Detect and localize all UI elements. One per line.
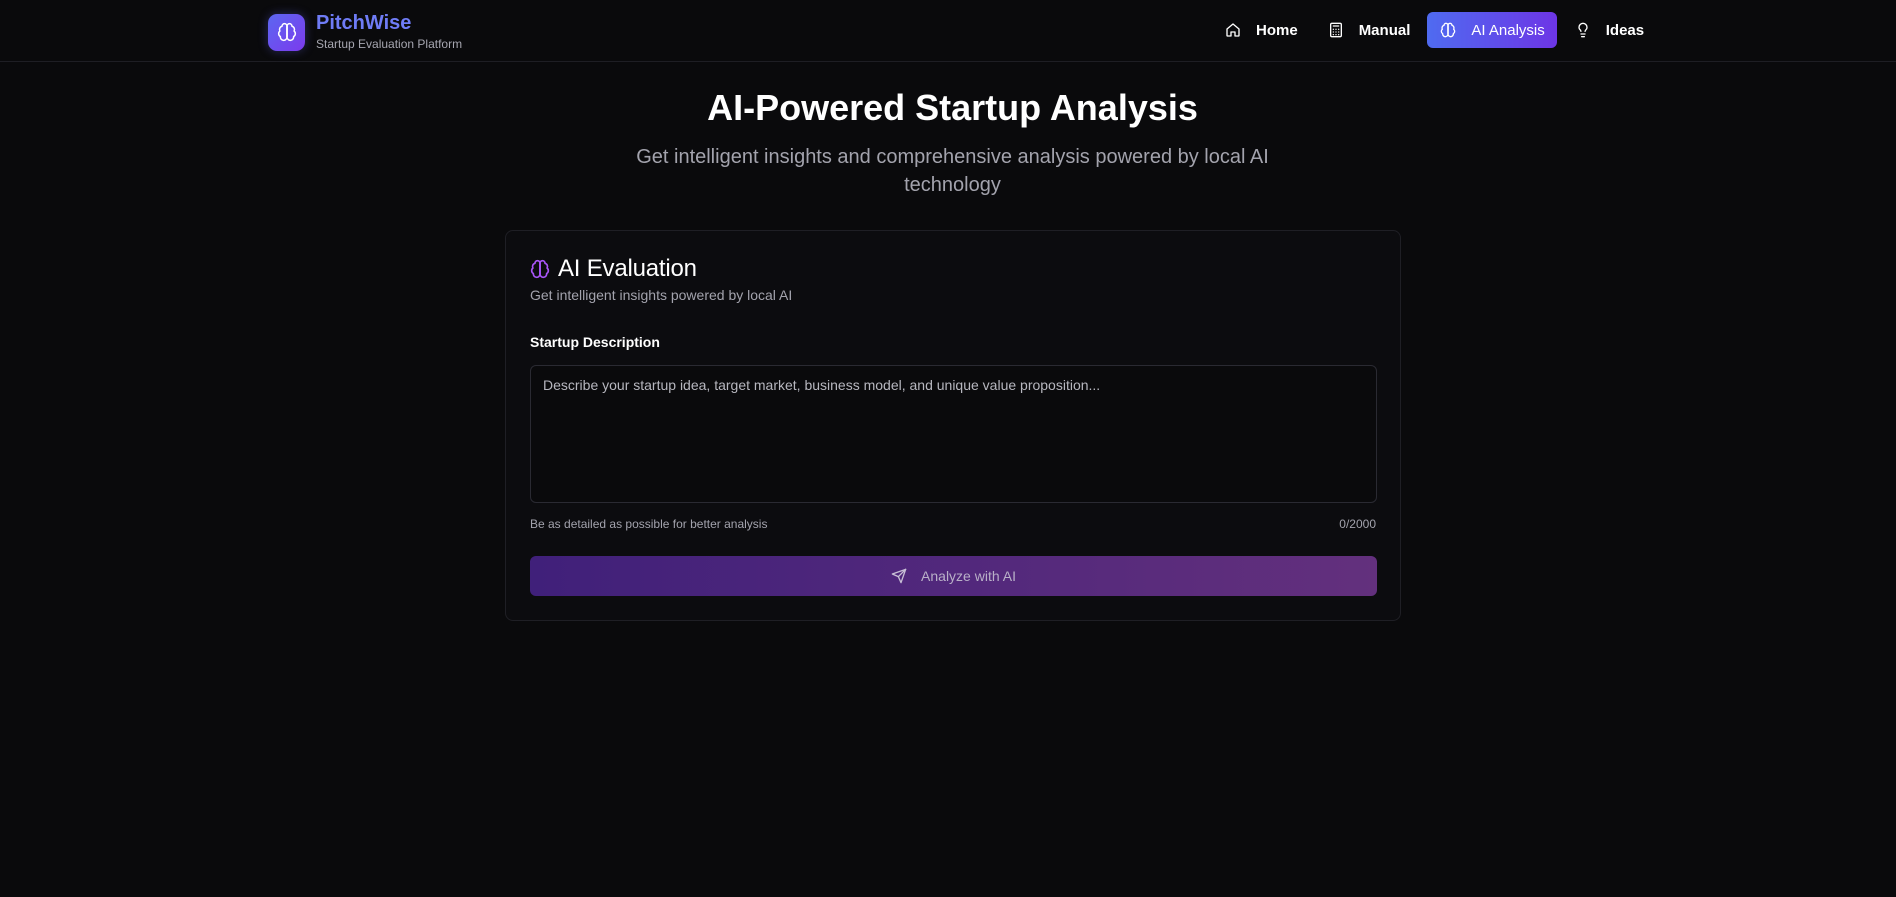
nav-item-manual[interactable]: Manual bbox=[1315, 12, 1423, 48]
card-description: Get intelligent insights powered by loca… bbox=[530, 287, 793, 303]
page-title: AI-Powered Startup Analysis bbox=[707, 87, 1198, 128]
calculator-icon bbox=[1327, 21, 1345, 39]
analyze-button-label: Analyze with AI bbox=[921, 568, 1016, 584]
top-navbar: PitchWise Startup Evaluation Platform Ho… bbox=[0, 0, 1896, 62]
nav-item-ideas[interactable]: Ideas bbox=[1562, 12, 1656, 48]
nav-item-label: AI Analysis bbox=[1471, 21, 1545, 39]
card-title: AI Evaluation bbox=[558, 255, 697, 282]
nav-item-ai-analysis[interactable]: AI Analysis bbox=[1427, 12, 1557, 48]
brand-name: PitchWise bbox=[316, 12, 412, 34]
nav-item-home[interactable]: Home bbox=[1212, 12, 1310, 48]
lightbulb-icon bbox=[1574, 21, 1592, 39]
page-subtitle: Get intelligent insights and comprehensi… bbox=[636, 146, 1269, 196]
main-nav: Home Manual AI Analysis Ideas bbox=[1212, 12, 1661, 48]
nav-item-label: Home bbox=[1256, 21, 1298, 39]
helper-text: Be as detailed as possible for better an… bbox=[530, 517, 768, 531]
ai-evaluation-card: AI Evaluation Get intelligent insights p… bbox=[505, 230, 1401, 621]
card-header: AI Evaluation bbox=[530, 255, 697, 283]
startup-description-label: Startup Description bbox=[530, 334, 660, 350]
brain-icon bbox=[268, 13, 305, 51]
startup-description-input[interactable] bbox=[530, 365, 1377, 503]
analyze-button[interactable]: Analyze with AI bbox=[530, 556, 1377, 596]
brand-tagline: Startup Evaluation Platform bbox=[316, 37, 463, 51]
nav-item-label: Ideas bbox=[1605, 21, 1645, 39]
nav-item-label: Manual bbox=[1358, 21, 1411, 39]
brain-icon bbox=[1439, 21, 1457, 39]
character-counter: 0/2000 bbox=[1339, 517, 1376, 531]
brand[interactable]: PitchWise Startup Evaluation Platform bbox=[268, 12, 462, 52]
send-icon bbox=[891, 568, 907, 584]
home-icon bbox=[1224, 21, 1242, 39]
brain-icon bbox=[530, 259, 550, 279]
